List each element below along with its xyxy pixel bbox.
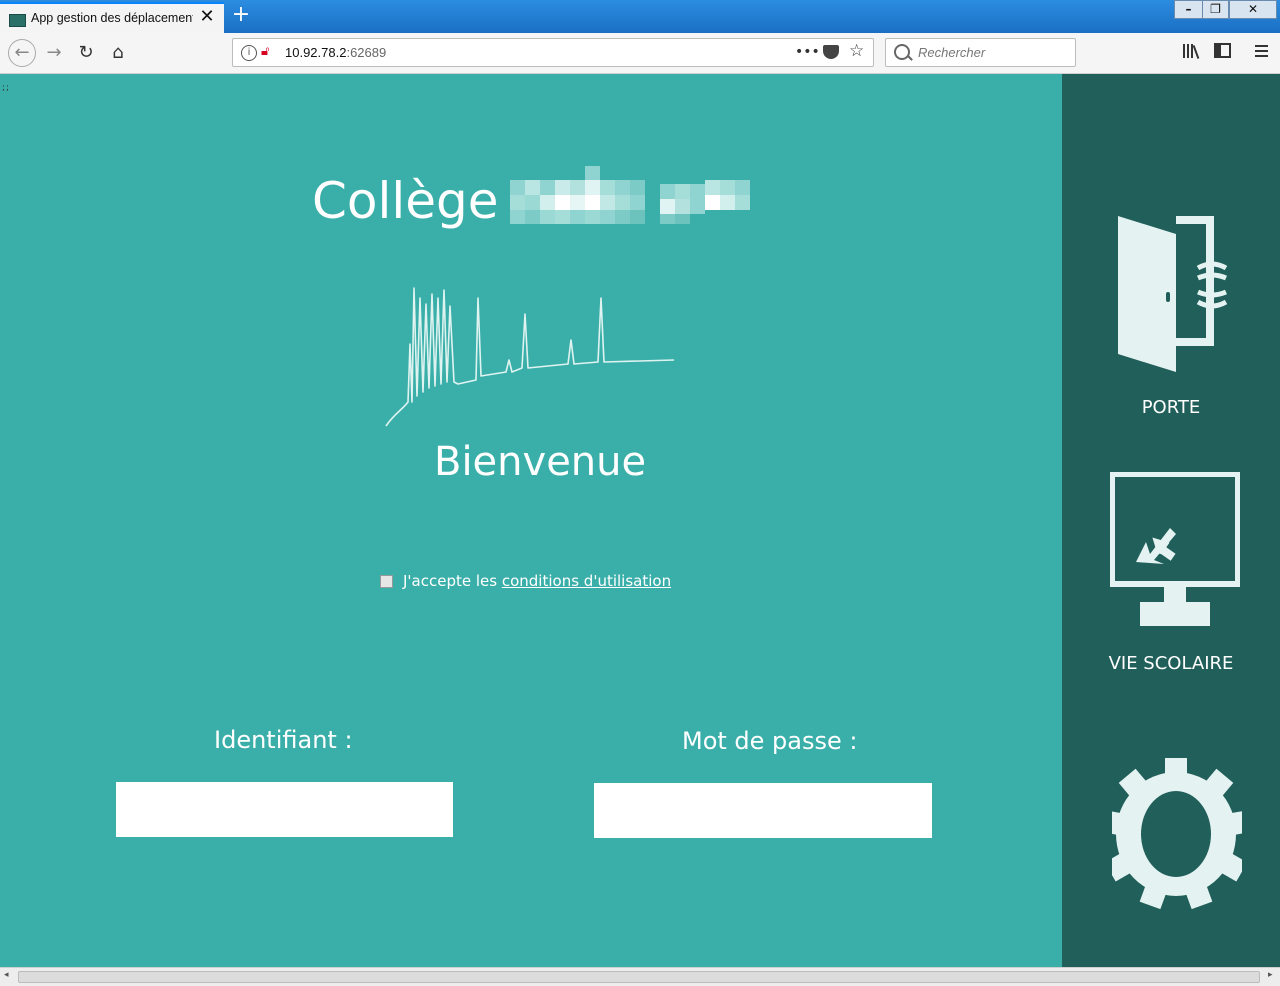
login-field[interactable] xyxy=(116,782,453,837)
welcome-heading: Bienvenue xyxy=(434,439,647,485)
login-label: Identifiant : xyxy=(214,726,353,754)
close-icon: ✕ xyxy=(1247,2,1259,16)
navigation-toolbar: ← → ↻ ⌂ i 🔓︎ 10.92.78.2:62689 ••• ☆ Rech… xyxy=(0,33,1280,74)
home-button[interactable]: ⌂ xyxy=(106,41,130,65)
password-label: Mot de passe : xyxy=(682,727,858,755)
reload-button[interactable]: ↻ xyxy=(74,41,98,65)
pixelated-school-name xyxy=(510,166,750,224)
spectrum-logo xyxy=(384,284,678,429)
sidebar-toggle-icon[interactable] xyxy=(1214,42,1232,64)
forward-arrow-icon: → xyxy=(46,42,62,63)
page-title: Collège xyxy=(312,172,499,230)
scroll-right-icon[interactable]: ▸ xyxy=(1268,970,1273,980)
forward-button[interactable]: → xyxy=(42,41,66,65)
sidebar-item-settings[interactable] xyxy=(1099,756,1253,912)
tab-title: App gestion des déplacements xyxy=(31,11,193,25)
terms-acceptance: J'accepte les conditions d'utilisation xyxy=(380,572,671,590)
menu-icon[interactable] xyxy=(1254,42,1270,64)
terms-checkbox[interactable] xyxy=(380,575,393,588)
sidebar-label-porte: PORTE xyxy=(1141,397,1201,418)
search-icon xyxy=(894,44,910,60)
url-port: :62689 xyxy=(346,45,387,60)
terms-prefix: J'accepte les xyxy=(403,572,498,590)
site-info-icon[interactable]: i xyxy=(241,45,257,61)
login-page: ;; Collège Bienvenue J'accepte les condi… xyxy=(0,74,1062,967)
home-icon: ⌂ xyxy=(112,42,124,63)
url-host: 10.92.78.2 xyxy=(285,45,347,60)
horizontal-scrollbar[interactable]: ◂ ▸ xyxy=(0,967,1280,986)
window-restore-button[interactable]: ❐ xyxy=(1202,0,1229,19)
sidebar-item-vie-scolaire[interactable]: VIE SCOLAIRE xyxy=(1062,466,1280,681)
pocket-icon[interactable] xyxy=(823,45,839,59)
gear-icon xyxy=(1099,756,1253,916)
sidebar-label-vie-scolaire: VIE SCOLAIRE xyxy=(1108,653,1234,674)
tab-close-icon[interactable]: ✕ xyxy=(198,8,216,26)
window-close-button[interactable]: ✕ xyxy=(1229,0,1277,19)
window-titlebar: App gestion des déplacements ✕ + – ❐ ✕ xyxy=(0,0,1280,33)
password-field[interactable] xyxy=(594,783,932,838)
search-placeholder: Rechercher xyxy=(918,45,986,60)
minimize-icon: – xyxy=(1185,2,1192,16)
corner-mark: ;; xyxy=(2,83,11,93)
page-actions-icon[interactable]: ••• xyxy=(795,44,820,60)
new-tab-button[interactable]: + xyxy=(230,4,252,26)
browser-tab[interactable]: App gestion des déplacements ✕ xyxy=(0,2,224,33)
door-icon xyxy=(1116,216,1230,378)
url-bar[interactable]: i 🔓︎ 10.92.78.2:62689 ••• ☆ xyxy=(232,38,874,67)
scroll-left-icon[interactable]: ◂ xyxy=(4,970,9,980)
insecure-connection-icon[interactable]: 🔓︎ xyxy=(261,45,275,59)
url-text[interactable]: 10.92.78.2:62689 xyxy=(285,45,386,60)
restore-icon: ❐ xyxy=(1210,2,1221,16)
tab-favicon-icon xyxy=(9,14,26,27)
bookmark-star-icon[interactable]: ☆ xyxy=(849,41,864,61)
reload-icon: ↻ xyxy=(78,42,94,63)
right-sidebar: PORTE VIE SCOLAIRE xyxy=(1062,74,1280,967)
back-arrow-icon: ← xyxy=(14,42,30,63)
back-button[interactable]: ← xyxy=(8,39,36,67)
sidebar-item-porte[interactable]: PORTE xyxy=(1062,204,1280,424)
terms-link[interactable]: conditions d'utilisation xyxy=(502,572,671,590)
monitor-icon xyxy=(1109,471,1241,632)
library-icon[interactable] xyxy=(1182,42,1200,64)
scrollbar-thumb[interactable] xyxy=(18,971,1260,983)
window-minimize-button[interactable]: – xyxy=(1174,0,1203,19)
search-bar[interactable]: Rechercher xyxy=(885,38,1076,67)
